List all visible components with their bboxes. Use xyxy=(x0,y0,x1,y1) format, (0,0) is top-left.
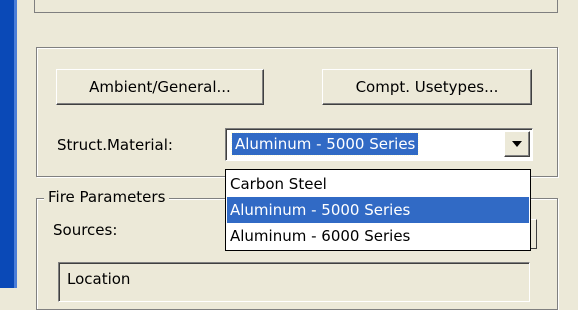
sources-label: Sources: xyxy=(53,221,118,239)
ambient-general-label: Ambient/General... xyxy=(89,78,231,96)
top-panel xyxy=(34,0,558,13)
fire-parameters-legend: Fire Parameters xyxy=(44,188,170,206)
dropdown-toggle-button[interactable] xyxy=(504,131,530,157)
option-aluminum-6000[interactable]: Aluminum - 6000 Series xyxy=(227,223,529,249)
struct-material-label: Struct.Material: xyxy=(57,136,173,154)
struct-material-select[interactable]: Aluminum - 5000 Series xyxy=(225,128,533,161)
location-column-label: Location xyxy=(67,270,131,288)
struct-material-dropdown-list[interactable]: Carbon Steel Aluminum - 5000 Series Alum… xyxy=(225,169,531,251)
ambient-general-button[interactable]: Ambient/General... xyxy=(56,69,264,105)
compt-usetypes-button[interactable]: Compt. Usetypes... xyxy=(322,69,532,105)
window-frame-highlight xyxy=(14,0,17,288)
option-aluminum-5000[interactable]: Aluminum - 5000 Series xyxy=(227,197,529,223)
chevron-down-icon xyxy=(512,141,522,147)
struct-material-value: Aluminum - 5000 Series xyxy=(230,132,420,156)
option-carbon-steel[interactable]: Carbon Steel xyxy=(227,171,529,197)
compt-usetypes-label: Compt. Usetypes... xyxy=(355,78,499,96)
window-frame-left xyxy=(0,0,14,288)
